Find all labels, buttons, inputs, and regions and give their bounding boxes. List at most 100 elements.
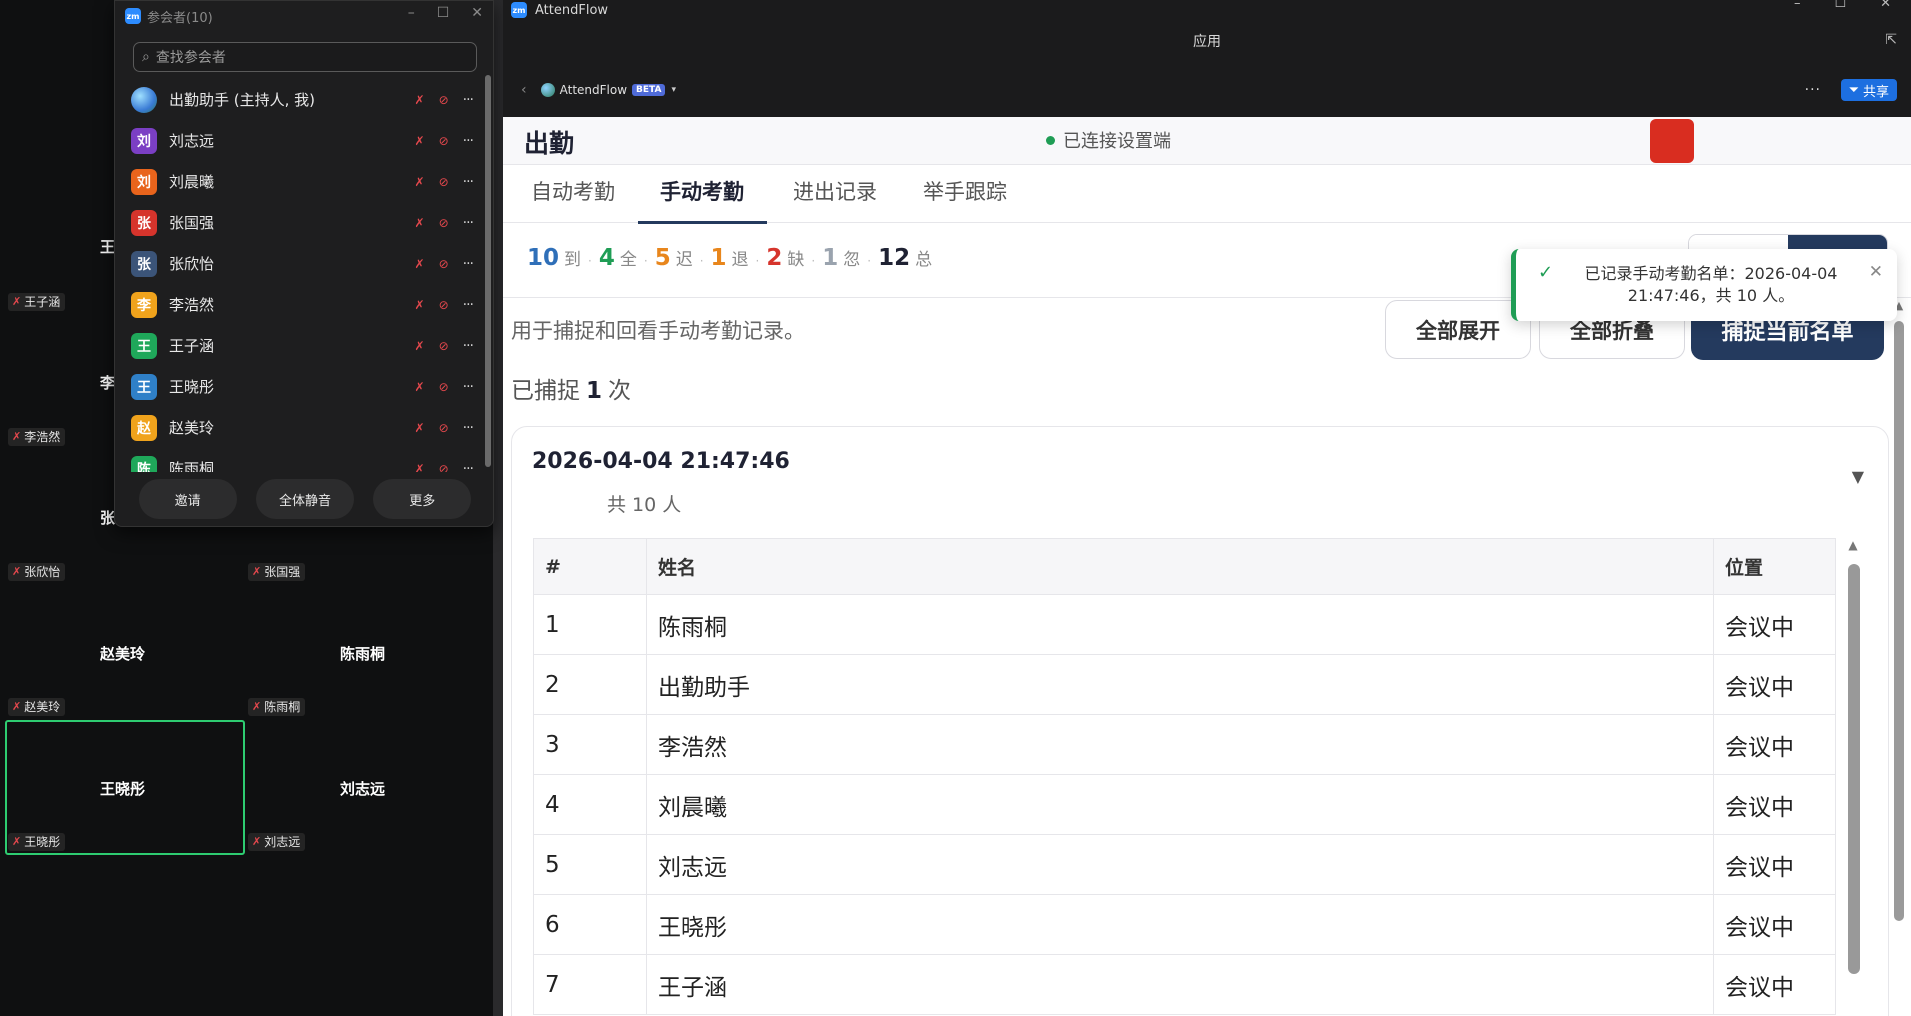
tab-manual-attendance[interactable]: 手动考勤 xyxy=(660,176,744,206)
participant-name: 陈雨桐 xyxy=(169,460,215,472)
invite-button[interactable]: 邀请 xyxy=(138,479,237,519)
more-options-icon[interactable]: ··· xyxy=(463,461,474,473)
minimize-icon[interactable]: – xyxy=(408,5,415,21)
participant-row[interactable]: 张张国强 ✗ ⊘ ··· xyxy=(129,202,479,243)
record-button[interactable] xyxy=(1650,119,1694,163)
video-off-icon[interactable]: ⊘ xyxy=(439,257,449,271)
video-off-icon[interactable]: ⊘ xyxy=(439,175,449,189)
stat-item: 12 总 xyxy=(878,245,932,271)
participant-row[interactable]: 陈陈雨桐 ✗ ⊘ ··· xyxy=(129,448,479,472)
mic-muted-icon[interactable]: ✗ xyxy=(415,257,425,271)
chevron-down-icon[interactable]: ▾ xyxy=(671,85,676,95)
collapse-toggle-icon[interactable]: ▼ xyxy=(1852,467,1864,486)
more-options-icon[interactable]: ··· xyxy=(463,420,474,436)
expand-all-button[interactable]: 全部展开 xyxy=(1385,300,1531,359)
more-options-icon[interactable]: ··· xyxy=(463,256,474,272)
more-options-icon[interactable]: ··· xyxy=(463,338,474,354)
avatar: 张 xyxy=(131,209,157,236)
table-row[interactable]: 7 王子涵 会议中 xyxy=(533,954,1836,1015)
page-title: 出勤 xyxy=(524,129,575,158)
back-chevron-icon[interactable]: ‹ xyxy=(521,82,527,98)
table-row[interactable]: 5 刘志远 会议中 xyxy=(533,834,1836,895)
share-button[interactable]: ⏷ 共享 xyxy=(1840,79,1897,101)
tile-tag: ✗ 张国强 xyxy=(248,563,306,581)
mic-muted-icon[interactable]: ✗ xyxy=(415,298,425,312)
video-off-icon[interactable]: ⊘ xyxy=(439,380,449,394)
participant-row[interactable]: 赵赵美玲 ✗ ⊘ ··· xyxy=(129,407,479,448)
scroll-up-arrow-icon[interactable]: ▲ xyxy=(1846,538,1860,552)
more-options-icon[interactable]: ··· xyxy=(463,379,474,395)
table-row[interactable]: 2 出勤助手 会议中 xyxy=(533,654,1836,715)
more-options-icon[interactable]: ··· xyxy=(1805,82,1821,98)
more-options-icon[interactable]: ··· xyxy=(463,297,474,313)
table-row[interactable]: 4 刘晨曦 会议中 xyxy=(533,774,1836,835)
more-options-icon[interactable]: ··· xyxy=(463,92,474,108)
mute-all-button[interactable]: 全体静音 xyxy=(255,479,354,519)
video-off-icon[interactable]: ⊘ xyxy=(439,339,449,353)
video-off-icon[interactable]: ⊘ xyxy=(439,462,449,473)
mic-muted-icon[interactable]: ✗ xyxy=(415,216,425,230)
participant-row[interactable]: 刘刘志远 ✗ ⊘ ··· xyxy=(129,120,479,161)
column-header-index[interactable]: # xyxy=(533,538,647,595)
status-dot-icon xyxy=(1046,135,1055,145)
participant-row[interactable]: 出勤助手 (主持人, 我) ✗ ⊘ ··· xyxy=(129,79,479,120)
tab-entry-exit[interactable]: 进出记录 xyxy=(793,176,877,206)
participant-row[interactable]: 王王晓彤 ✗ ⊘ ··· xyxy=(129,366,479,407)
video-off-icon[interactable]: ⊘ xyxy=(439,134,449,148)
stat-value: 12 xyxy=(878,245,911,271)
mic-muted-icon[interactable]: ✗ xyxy=(415,339,425,353)
mic-muted-icon: ✗ xyxy=(252,565,262,578)
participant-row[interactable]: 刘刘晨曦 ✗ ⊘ ··· xyxy=(129,161,479,202)
close-icon[interactable]: ✕ xyxy=(1880,0,1891,11)
tile-tag: ✗ 陈雨桐 xyxy=(248,698,306,716)
scrollbar-thumb[interactable] xyxy=(485,75,491,467)
participant-scrollbar[interactable] xyxy=(485,75,491,467)
participant-name: 出勤助手 (主持人, 我) xyxy=(169,91,316,109)
mic-muted-icon[interactable]: ✗ xyxy=(415,380,425,394)
video-off-icon[interactable]: ⊘ xyxy=(439,421,449,435)
participant-search-input[interactable]: ⌕ 查找参会者 xyxy=(133,42,477,72)
popout-icon[interactable]: ⇱ xyxy=(1885,32,1897,48)
more-options-icon[interactable]: ··· xyxy=(463,133,474,149)
content-header: 出勤 已连接设置端 xyxy=(503,117,1911,165)
window-title: AttendFlow xyxy=(535,2,609,18)
tab-hand-raise[interactable]: 举手跟踪 xyxy=(923,176,1007,206)
column-header-name[interactable]: 姓名 xyxy=(646,538,1714,595)
video-off-icon[interactable]: ⊘ xyxy=(439,216,449,230)
mic-muted-icon[interactable]: ✗ xyxy=(415,134,425,148)
participant-row[interactable]: 张张欣怡 ✗ ⊘ ··· xyxy=(129,243,479,284)
column-header-location[interactable]: 位置 xyxy=(1713,538,1836,595)
app-name: AttendFlow xyxy=(559,83,628,97)
participant-row[interactable]: 李李浩然 ✗ ⊘ ··· xyxy=(129,284,479,325)
mic-muted-icon[interactable]: ✗ xyxy=(415,462,425,473)
table-row[interactable]: 1 陈雨桐 会议中 xyxy=(533,594,1836,655)
close-icon[interactable]: ✕ xyxy=(1869,262,1883,282)
table-scrollbar[interactable]: ▲ xyxy=(1846,538,1860,1016)
video-off-icon[interactable]: ⊘ xyxy=(439,298,449,312)
tab-auto-attendance[interactable]: 自动考勤 xyxy=(531,176,615,206)
table-row[interactable]: 6 王晓彤 会议中 xyxy=(533,894,1836,955)
zoom-logo-icon: zm xyxy=(125,8,141,24)
maximize-icon[interactable]: ☐ xyxy=(1834,0,1846,11)
page-scrollbar[interactable]: ▲ xyxy=(1893,299,1905,939)
stat-label: 全 xyxy=(619,250,637,270)
more-options-icon[interactable]: ··· xyxy=(463,215,474,231)
mic-muted-icon[interactable]: ✗ xyxy=(415,93,425,107)
stat-label: 缺 xyxy=(787,250,805,270)
close-icon[interactable]: ✕ xyxy=(471,5,483,21)
participant-name: 李浩然 xyxy=(169,296,215,314)
avatar: 赵 xyxy=(131,414,157,441)
more-options-icon[interactable]: ··· xyxy=(463,174,474,190)
table-cell: 王子涵 xyxy=(646,954,1714,1015)
more-button[interactable]: 更多 xyxy=(373,479,472,519)
minimize-icon[interactable]: – xyxy=(1794,0,1801,11)
participant-row[interactable]: 王王子涵 ✗ ⊘ ··· xyxy=(129,325,479,366)
scrollbar-thumb[interactable] xyxy=(1894,321,1904,921)
maximize-icon[interactable]: ☐ xyxy=(437,5,450,21)
attendance-stats: 10 到 · 4 全 · 5 迟 · 1 退 · 2 缺 · 1 忽 · 12 总 xyxy=(527,245,932,275)
scrollbar-thumb[interactable] xyxy=(1848,564,1860,974)
table-row[interactable]: 3 李浩然 会议中 xyxy=(533,714,1836,775)
mic-muted-icon[interactable]: ✗ xyxy=(415,175,425,189)
video-off-icon[interactable]: ⊘ xyxy=(439,93,449,107)
mic-muted-icon[interactable]: ✗ xyxy=(415,421,425,435)
